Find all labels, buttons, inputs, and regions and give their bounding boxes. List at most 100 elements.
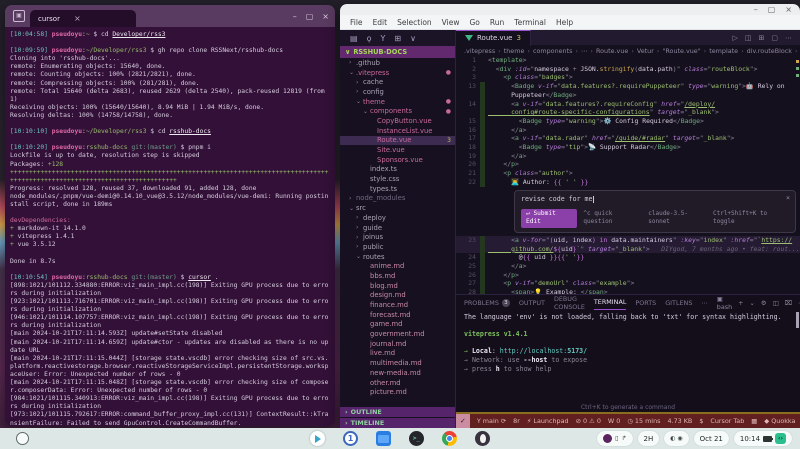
panel-tab-⋯[interactable]: ⋯ — [701, 299, 707, 307]
tree-item-Site.vue[interactable]: Site.vue — [340, 145, 455, 155]
menu-item-edit[interactable]: Edit — [369, 17, 392, 28]
extensions-icon[interactable]: ⊞ — [394, 34, 401, 43]
vscode-titlebar[interactable]: – ▢ × — [340, 4, 800, 15]
terminal-output[interactable]: [10:04:58] pseudoyu:~ $ cd Developer/rss… — [5, 27, 335, 426]
tree-item-journal.md[interactable]: journal.md — [340, 339, 455, 349]
onepassword-icon[interactable]: 1 — [343, 431, 358, 446]
terminal-tab[interactable]: cursor × — [30, 10, 136, 27]
panel-tab-problems[interactable]: PROBLEMS3 — [464, 299, 510, 307]
code-editor[interactable]: 1<template>2 <div :id="namespace + JSON.… — [456, 56, 800, 294]
tree-item-design.md[interactable]: design.md — [340, 291, 455, 301]
close-icon[interactable]: × — [786, 194, 790, 203]
editor-action-icon[interactable]: ◫ — [745, 34, 752, 42]
minimize-icon[interactable]: – — [293, 12, 297, 21]
minimize-icon[interactable]: – — [754, 5, 758, 14]
panel-tab-output[interactable]: OUTPUT — [519, 299, 545, 307]
tree-item-.github[interactable]: ›.github — [340, 58, 455, 68]
files-icon[interactable]: ▤ — [350, 34, 358, 43]
submit-edit-button[interactable]: ↵ Submit Edit — [521, 209, 577, 228]
tree-item-government.md[interactable]: government.md — [340, 329, 455, 339]
tree-item-finance.md[interactable]: finance.md — [340, 300, 455, 310]
panel-action-icon[interactable]: ⚙ — [761, 299, 767, 307]
tree-item-style.css[interactable]: style.css — [340, 174, 455, 184]
menu-item-terminal[interactable]: Terminal — [510, 17, 550, 28]
model-selector[interactable]: claude-3.5-sonnet — [648, 210, 707, 227]
integrated-terminal[interactable]: The language 'env' is not loaded, fallin… — [456, 310, 800, 402]
linux-penguin-icon[interactable] — [475, 431, 490, 446]
tab-route-vue[interactable]: Route.vue 3 — [456, 30, 531, 46]
status-item[interactable]: ⊘ 0 ⚠ 0 — [576, 417, 601, 425]
ai-prompt-input[interactable]: revise code for me — [521, 195, 592, 204]
status-item[interactable]: $ — [699, 417, 703, 425]
tree-item-types.ts[interactable]: types.ts — [340, 184, 455, 194]
status-item[interactable]: Υ main ⟳ — [477, 417, 506, 425]
tree-item-config[interactable]: ›config — [340, 87, 455, 97]
tree-item-joinus[interactable]: ›joinus — [340, 232, 455, 242]
shell-selector[interactable]: ▣ bash — [717, 295, 732, 311]
tree-item-index.ts[interactable]: index.ts — [340, 165, 455, 175]
menu-item-go[interactable]: Go — [465, 17, 483, 28]
tree-item-blog.md[interactable]: blog.md — [340, 281, 455, 291]
status-item[interactable]: W 0 — [608, 417, 620, 425]
tree-item-new-media.md[interactable]: new-media.md — [340, 368, 455, 378]
panel-tab-terminal[interactable]: TERMINAL — [594, 295, 627, 310]
panel-action-icon[interactable]: ⌧ — [785, 299, 792, 307]
breadcrumb-item[interactable]: "Route.vue" — [662, 47, 700, 55]
menu-item-selection[interactable]: Selection — [393, 17, 436, 28]
tree-item-game.md[interactable]: game.md — [340, 320, 455, 330]
close-icon[interactable]: × — [785, 5, 792, 14]
tab-close-icon[interactable]: × — [74, 14, 81, 23]
tree-item-src[interactable]: ⌄src — [340, 203, 455, 213]
tree-item-live.md[interactable]: live.md — [340, 349, 455, 359]
menu-item-file[interactable]: File — [346, 17, 367, 28]
tree-item-components[interactable]: ⌄components● — [340, 106, 455, 116]
menu-item-help[interactable]: Help — [552, 17, 577, 28]
status-item[interactable]: Cursor Tab — [710, 417, 744, 425]
tree-item-InstanceList.vue[interactable]: InstanceList.vue — [340, 126, 455, 136]
tree-item-cache[interactable]: ›cache — [340, 77, 455, 87]
files-app-icon[interactable] — [376, 431, 391, 446]
chrome-icon[interactable] — [442, 431, 457, 446]
source-control-icon[interactable]: Υ — [380, 34, 385, 43]
tree-item-other.md[interactable]: other.md — [340, 378, 455, 388]
panel-tab-debug console[interactable]: DEBUG CONSOLE — [554, 295, 585, 311]
tree-item-anime.md[interactable]: anime.md — [340, 261, 455, 271]
terminal-app-icon[interactable]: >_ — [409, 431, 424, 446]
scrollbar[interactable] — [796, 312, 799, 328]
search-icon[interactable]: ϙ — [367, 34, 372, 43]
tree-item-.vitepress[interactable]: ⌄.vitepress● — [340, 68, 455, 78]
editor-action-icon[interactable]: ▷ — [732, 34, 737, 42]
breadcrumb-item[interactable]: components — [533, 47, 572, 55]
breadcrumb-item[interactable]: ⋯ — [581, 47, 587, 55]
tree-item-forecast.md[interactable]: forecast.md — [340, 310, 455, 320]
remote-indicator[interactable]: ✓ — [456, 414, 470, 428]
battery-time-pill[interactable]: 2H — [638, 431, 660, 446]
tree-item-deploy[interactable]: ›deploy — [340, 213, 455, 223]
play-store-icon[interactable] — [310, 431, 325, 446]
explorer-project-header[interactable]: ∨ RSSHUB-DOCS — [340, 46, 455, 58]
breadcrumb-item[interactable]: Route.vue — [596, 47, 628, 55]
panel-action-icon[interactable]: + — [738, 299, 743, 307]
menu-item-run[interactable]: Run — [486, 17, 508, 28]
status-item[interactable]: 8r — [513, 417, 520, 425]
tree-item-public[interactable]: ›public — [340, 242, 455, 252]
breadcrumb-item[interactable]: template — [709, 47, 738, 55]
breadcrumb[interactable]: .vitepress›theme›components›⋯›Route.vue›… — [456, 45, 800, 56]
tree-item-picture.md[interactable]: picture.md — [340, 387, 455, 397]
maximize-icon[interactable]: ▢ — [306, 12, 314, 21]
tree-item-node_modules[interactable]: ›node_modules — [340, 194, 455, 204]
editor-action-icon[interactable]: ▢ — [771, 34, 778, 42]
launcher-button[interactable] — [16, 432, 29, 445]
tree-item-theme[interactable]: ⌄theme● — [340, 97, 455, 107]
tree-item-bbs.md[interactable]: bbs.md — [340, 271, 455, 281]
breadcrumb-item[interactable]: div.routeBlock — [747, 47, 792, 55]
close-icon[interactable]: × — [322, 12, 329, 21]
panel-tab-ports[interactable]: PORTS — [635, 299, 656, 307]
panel-action-icon[interactable]: ⌄ — [750, 299, 755, 307]
status-item[interactable]: ◷ 15 mins — [627, 417, 660, 425]
tree-item-multimedia.md[interactable]: multimedia.md — [340, 358, 455, 368]
panel-action-icon[interactable]: ◫ — [773, 299, 779, 307]
tree-item-guide[interactable]: ›guide — [340, 223, 455, 233]
quick-question-hint[interactable]: ^c quick question — [583, 210, 642, 227]
phone-hub-pill[interactable]: ▯ ↱ — [597, 431, 632, 446]
